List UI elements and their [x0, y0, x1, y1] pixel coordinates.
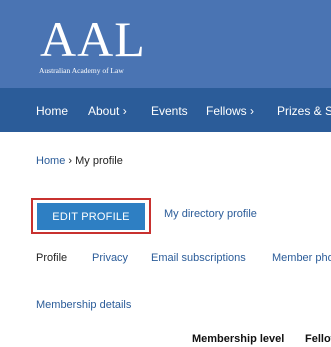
site-header: AAL Australian Academy of Law — [0, 0, 331, 88]
site-logo[interactable]: AAL — [40, 14, 146, 64]
nav-item-events[interactable]: Events — [151, 88, 188, 132]
column-header-fellow: Fellow — [305, 333, 331, 345]
tab-privacy[interactable]: Privacy — [92, 252, 128, 264]
nav-item-fellows[interactable]: Fellows › — [206, 88, 254, 132]
breadcrumb-home[interactable]: Home — [36, 155, 65, 167]
site-logo-subtitle: Australian Academy of Law — [39, 66, 124, 75]
breadcrumb-current: My profile — [75, 155, 123, 167]
tab-member-photo[interactable]: Member photo — [272, 252, 331, 264]
main-nav: Home About › Events Fellows › Prizes & S… — [0, 88, 331, 132]
tab-email-subscriptions[interactable]: Email subscriptions — [151, 252, 246, 264]
nav-item-home[interactable]: Home — [36, 88, 68, 132]
column-header-membership-level: Membership level — [192, 333, 285, 345]
nav-item-prizes[interactable]: Prizes & Scholarships — [277, 88, 331, 132]
breadcrumb-separator: › — [68, 155, 73, 167]
edit-profile-button[interactable]: EDIT PROFILE — [37, 203, 145, 230]
directory-profile-link[interactable]: My directory profile — [164, 208, 257, 220]
tab-profile[interactable]: Profile — [36, 252, 67, 264]
nav-item-about[interactable]: About › — [88, 88, 127, 132]
breadcrumb: Home › My profile — [36, 155, 123, 167]
membership-details-link[interactable]: Membership details — [36, 299, 131, 311]
